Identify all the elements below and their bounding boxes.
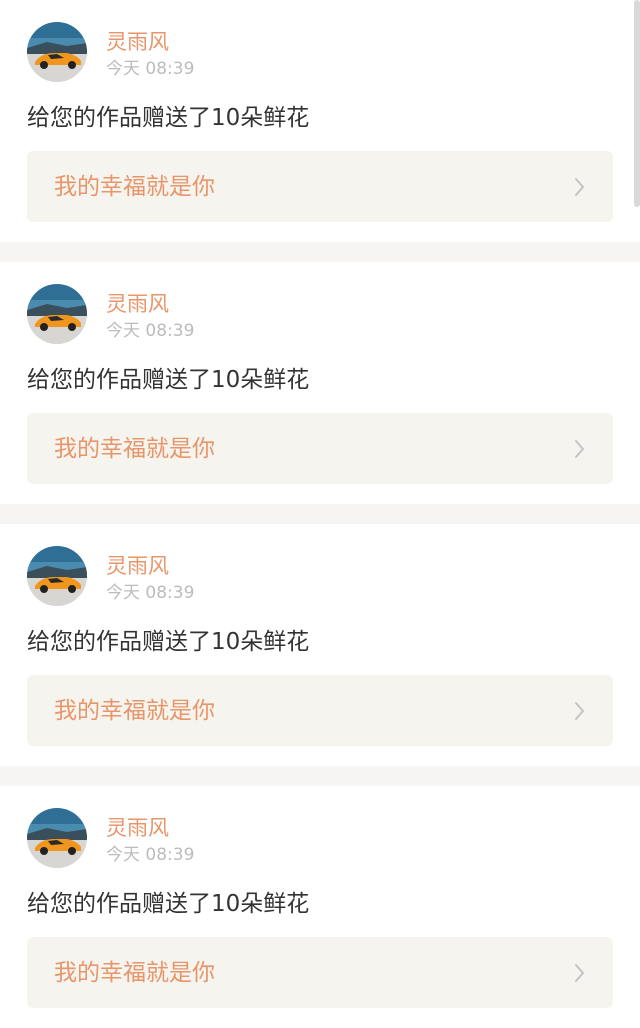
username[interactable]: 灵雨风 bbox=[106, 292, 169, 316]
notification-message: 给您的作品赠送了10朵鲜花 bbox=[27, 105, 310, 131]
work-link[interactable]: 我的幸福就是你 bbox=[27, 413, 613, 484]
chevron-right-icon bbox=[575, 178, 584, 196]
scrollbar[interactable] bbox=[634, 0, 640, 207]
notification-card: 灵雨风 今天 08:39 给您的作品赠送了10朵鲜花 我的幸福就是你 bbox=[0, 0, 640, 242]
work-title: 我的幸福就是你 bbox=[54, 960, 215, 986]
username[interactable]: 灵雨风 bbox=[106, 30, 169, 54]
sports-car-icon bbox=[27, 546, 87, 606]
chevron-right-icon bbox=[575, 440, 584, 458]
notification-card: 灵雨风 今天 08:39 给您的作品赠送了10朵鲜花 我的幸福就是你 bbox=[0, 262, 640, 504]
notification-feed: 灵雨风 今天 08:39 给您的作品赠送了10朵鲜花 我的幸福就是你 灵雨风 今… bbox=[0, 0, 640, 1028]
sports-car-icon bbox=[27, 22, 87, 82]
work-title: 我的幸福就是你 bbox=[54, 436, 215, 462]
timestamp: 今天 08:39 bbox=[106, 845, 195, 865]
work-title: 我的幸福就是你 bbox=[54, 698, 215, 724]
notification-card: 灵雨风 今天 08:39 给您的作品赠送了10朵鲜花 我的幸福就是你 bbox=[0, 786, 640, 1028]
work-link[interactable]: 我的幸福就是你 bbox=[27, 675, 613, 746]
avatar[interactable] bbox=[27, 546, 87, 606]
timestamp: 今天 08:39 bbox=[106, 583, 195, 603]
avatar[interactable] bbox=[27, 22, 87, 82]
username[interactable]: 灵雨风 bbox=[106, 816, 169, 840]
chevron-right-icon bbox=[575, 964, 584, 982]
notification-message: 给您的作品赠送了10朵鲜花 bbox=[27, 629, 310, 655]
work-link[interactable]: 我的幸福就是你 bbox=[27, 937, 613, 1008]
work-link[interactable]: 我的幸福就是你 bbox=[27, 151, 613, 222]
notification-card: 灵雨风 今天 08:39 给您的作品赠送了10朵鲜花 我的幸福就是你 bbox=[0, 524, 640, 766]
work-title: 我的幸福就是你 bbox=[54, 174, 215, 200]
username[interactable]: 灵雨风 bbox=[106, 554, 169, 578]
notification-message: 给您的作品赠送了10朵鲜花 bbox=[27, 367, 310, 393]
sports-car-icon bbox=[27, 808, 87, 868]
notification-message: 给您的作品赠送了10朵鲜花 bbox=[27, 891, 310, 917]
chevron-right-icon bbox=[575, 702, 584, 720]
sports-car-icon bbox=[27, 284, 87, 344]
timestamp: 今天 08:39 bbox=[106, 59, 195, 79]
avatar[interactable] bbox=[27, 284, 87, 344]
timestamp: 今天 08:39 bbox=[106, 321, 195, 341]
avatar[interactable] bbox=[27, 808, 87, 868]
